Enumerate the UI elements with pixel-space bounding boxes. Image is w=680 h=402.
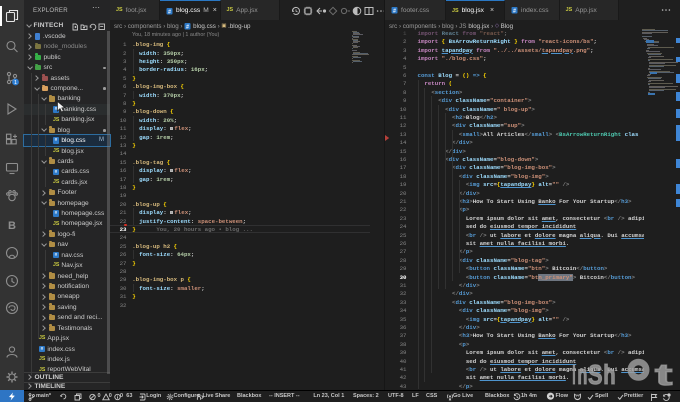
svg-text:#: # bbox=[513, 8, 516, 14]
svg-text:#: # bbox=[168, 9, 171, 15]
svg-text:B: B bbox=[8, 220, 16, 232]
svg-text:S: S bbox=[588, 359, 603, 390]
svg-text:1: 1 bbox=[14, 80, 17, 86]
svg-text:#: # bbox=[393, 8, 396, 14]
svg-text:t: t bbox=[655, 357, 673, 392]
svg-text:h: h bbox=[603, 359, 615, 390]
svg-text:n: n bbox=[577, 359, 587, 390]
svg-text:#: # bbox=[186, 24, 189, 30]
svg-text:I: I bbox=[572, 359, 575, 390]
